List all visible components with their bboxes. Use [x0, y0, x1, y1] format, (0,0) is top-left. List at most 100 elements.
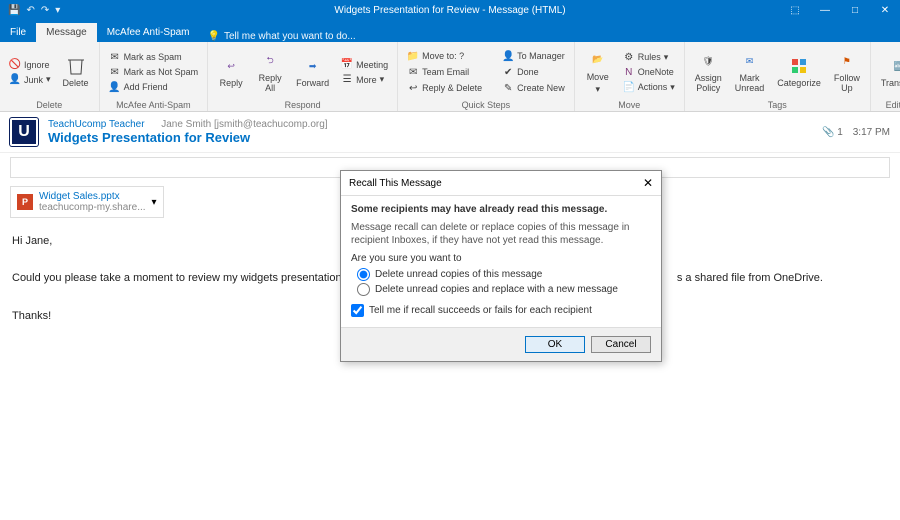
tab-message[interactable]: Message — [36, 23, 97, 42]
attachment-chip[interactable]: P Widget Sales.pptx teachucomp-my.share.… — [10, 186, 164, 218]
ok-button[interactable]: OK — [525, 336, 585, 353]
qs-done[interactable]: ✔Done — [499, 65, 568, 79]
ribbon: 🚫Ignore 👤Junk▾ Delete Delete ✉Mark as Sp… — [0, 42, 900, 112]
reply-all-button[interactable]: ⮌Reply All — [253, 45, 287, 99]
junk-button[interactable]: 👤Junk▾ — [6, 73, 54, 87]
group-delete-label: Delete — [6, 99, 93, 110]
chevron-down-icon: ▾ — [595, 84, 600, 95]
assign-policy-button[interactable]: 🛡Assign Policy — [691, 45, 726, 99]
junk-label: Junk — [24, 75, 43, 85]
chevron-down-icon: ▾ — [46, 74, 51, 85]
more-respond-button[interactable]: ☰More▾ — [338, 73, 391, 87]
rules-label: Rules — [638, 52, 661, 62]
replydelete-icon: ↩ — [407, 82, 419, 94]
add-friend-button[interactable]: 👤Add Friend — [106, 80, 202, 94]
save-icon[interactable]: 💾 — [8, 5, 20, 16]
check-icon: ✔ — [502, 66, 514, 78]
qs-createnew[interactable]: ✎Create New — [499, 81, 568, 95]
qs-createnew-label: Create New — [517, 83, 565, 93]
cancel-button[interactable]: Cancel — [591, 336, 651, 353]
folder-icon: 📁 — [407, 50, 419, 62]
dialog-close-button[interactable]: ✕ — [643, 176, 653, 190]
actions-button[interactable]: 📄Actions▾ — [620, 80, 678, 94]
from-line: TeachUcomp Teacher Jane Smith [jsmith@te… — [48, 119, 812, 130]
mark-notspam-button[interactable]: ✉Mark as Not Spam — [106, 65, 202, 79]
mark-spam-button[interactable]: ✉Mark as Spam — [106, 50, 202, 64]
friend-icon: 👤 — [109, 81, 121, 93]
powerpoint-icon: P — [17, 194, 33, 210]
close-window-button[interactable]: ✕ — [870, 0, 900, 20]
qs-tomanager[interactable]: 👤To Manager — [499, 49, 568, 63]
chevron-down-icon: ▾ — [670, 82, 675, 93]
group-quicksteps-label: Quick Steps — [404, 99, 568, 110]
radio-input-1[interactable] — [357, 268, 370, 281]
maximize-button[interactable]: □ — [840, 0, 870, 20]
onenote-label: OneNote — [638, 67, 674, 77]
dialog-headline: Some recipients may have already read th… — [351, 204, 651, 215]
qs-replydelete[interactable]: ↩Reply & Delete — [404, 81, 485, 95]
followup-label: Follow Up — [834, 73, 860, 93]
group-respond: ↩Reply ⮌Reply All ➡Forward 📅Meeting ☰Mor… — [208, 42, 398, 111]
more-respond-label: More — [356, 75, 377, 85]
flag-icon: ⚑ — [837, 51, 857, 71]
body-line1b: s a shared file from OneDrive. — [677, 272, 823, 284]
translate-icon: 🔤 — [889, 56, 900, 76]
message-header: U TeachUcomp Teacher Jane Smith [jsmith@… — [0, 112, 900, 153]
reply-label: Reply — [220, 78, 243, 88]
sender-avatar: U — [10, 118, 38, 146]
group-mcafee: ✉Mark as Spam ✉Mark as Not Spam 👤Add Fri… — [100, 42, 209, 111]
redo-icon[interactable]: ↷ — [41, 5, 49, 16]
checkbox-label: Tell me if recall succeeds or fails for … — [369, 305, 592, 316]
mark-notspam-label: Mark as Not Spam — [124, 67, 199, 77]
attachment-indicator[interactable]: 📎 1 — [822, 127, 843, 138]
rules-button[interactable]: ⚙Rules▾ — [620, 50, 678, 64]
mark-unread-label: Mark Unread — [735, 73, 765, 93]
onenote-button[interactable]: NOneNote — [620, 65, 678, 79]
tell-me-search[interactable]: 💡 Tell me what you want to do... — [208, 31, 356, 42]
more-icon: ☰ — [341, 74, 353, 86]
manager-icon: 👤 — [502, 50, 514, 62]
delete-button[interactable]: Delete — [59, 45, 93, 99]
qs-teamemail[interactable]: ✉Team Email — [404, 65, 485, 79]
reply-button[interactable]: ↩Reply — [214, 45, 248, 99]
radio-input-2[interactable] — [357, 283, 370, 296]
attachment-source: teachucomp-my.share... — [39, 202, 146, 213]
group-move-label: Move — [581, 99, 678, 110]
delete-label: Delete — [63, 78, 89, 88]
popout-icon[interactable]: ⬚ — [780, 0, 810, 20]
translate-button[interactable]: 🔤Translate — [877, 45, 900, 99]
window-title: Widgets Presentation for Review - Messag… — [334, 5, 565, 16]
ignore-icon: 🚫 — [9, 59, 21, 71]
body-line1a: Could you please take a moment to review… — [12, 272, 357, 284]
radio-delete-unread[interactable]: Delete unread copies of this message — [357, 268, 651, 281]
junk-icon: 👤 — [9, 74, 21, 86]
mark-unread-button[interactable]: ✉Mark Unread — [731, 45, 769, 99]
ignore-button[interactable]: 🚫Ignore — [6, 58, 54, 72]
undo-icon[interactable]: ↶ — [26, 5, 34, 16]
chevron-down-icon[interactable]: ▾ — [152, 197, 157, 208]
tab-file[interactable]: File — [0, 23, 36, 42]
group-editing-label: Editing — [877, 99, 900, 110]
unread-icon: ✉ — [740, 51, 760, 71]
attachment-name: Widget Sales.pptx — [39, 191, 146, 202]
reply-all-icon: ⮌ — [260, 51, 280, 71]
categorize-icon — [789, 56, 809, 76]
group-tags-label: Tags — [691, 99, 864, 110]
followup-button[interactable]: ⚑Follow Up — [830, 45, 864, 99]
checkbox-input[interactable] — [351, 304, 364, 317]
group-mcafee-label: McAfee Anti-Spam — [106, 99, 202, 110]
radio-delete-replace[interactable]: Delete unread copies and replace with a … — [357, 283, 651, 296]
move-button[interactable]: 📂Move▾ — [581, 45, 615, 99]
notspam-icon: ✉ — [109, 66, 121, 78]
checkbox-tellme[interactable]: Tell me if recall succeeds or fails for … — [351, 304, 651, 317]
forward-button[interactable]: ➡Forward — [292, 45, 333, 99]
qs-replydelete-label: Reply & Delete — [422, 83, 482, 93]
qs-moveto[interactable]: 📁Move to: ? — [404, 49, 485, 63]
qat-dropdown-icon[interactable]: ▾ — [55, 5, 60, 16]
meeting-button[interactable]: 📅Meeting — [338, 58, 391, 72]
tab-mcafee[interactable]: McAfee Anti-Spam — [97, 23, 200, 42]
categorize-button[interactable]: Categorize — [773, 45, 825, 99]
message-subject: Widgets Presentation for Review — [48, 130, 812, 145]
dialog-title: Recall This Message — [349, 178, 442, 189]
minimize-button[interactable]: — — [810, 0, 840, 20]
